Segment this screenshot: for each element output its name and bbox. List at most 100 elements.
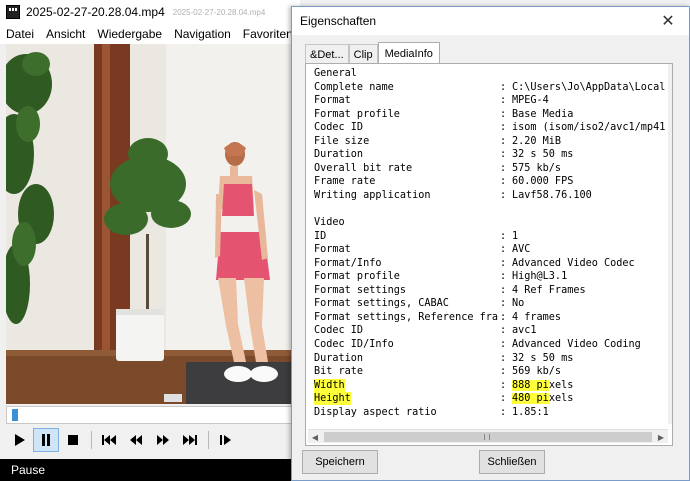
- info-colon: :: [500, 176, 507, 188]
- play-button[interactable]: [6, 428, 32, 452]
- info-row: Codec ID/Info: Advanced Video Coding: [308, 338, 668, 351]
- save-button[interactable]: Speichern: [302, 450, 378, 474]
- skip-back-button[interactable]: [96, 428, 122, 452]
- info-colon: :: [500, 81, 507, 93]
- info-key: ID: [314, 230, 327, 242]
- pause-icon: [42, 434, 50, 446]
- tab-clip[interactable]: Clip: [348, 44, 378, 64]
- frame-step-icon: [220, 435, 231, 445]
- info-key: Video: [314, 217, 345, 229]
- close-dialog-button[interactable]: Schließen: [479, 450, 545, 474]
- info-colon: :: [500, 311, 507, 323]
- info-row: Format: MPEG-4: [308, 94, 668, 107]
- info-row: Format: AVC: [308, 243, 668, 256]
- info-value: MPEG-4: [512, 95, 549, 107]
- skip-back-icon: [102, 435, 116, 445]
- tab-strip: &Det... Clip MediaInfo: [305, 42, 440, 64]
- info-key: Format settings, Reference fra: [314, 311, 499, 323]
- info-row: Video: [308, 216, 668, 229]
- scroll-thumb[interactable]: [324, 432, 652, 442]
- info-key: Format/Info: [314, 257, 382, 269]
- menu-item-favoriten[interactable]: Favoriten: [237, 27, 299, 41]
- scroll-left-icon[interactable]: ◀: [308, 430, 322, 444]
- info-key: Format profile: [314, 271, 400, 283]
- video-frame[interactable]: [6, 44, 293, 404]
- info-colon: :: [500, 271, 507, 283]
- menu-item-ansicht[interactable]: Ansicht: [40, 27, 91, 41]
- info-value: 2.20 MiB: [512, 135, 562, 147]
- menu-item-datei[interactable]: Datei: [0, 27, 40, 41]
- info-colon: :: [500, 244, 507, 256]
- info-value: 4 Ref Frames: [512, 284, 586, 296]
- info-colon: :: [500, 122, 507, 134]
- info-row: Format profile: High@L3.1: [308, 270, 668, 283]
- mediainfo-list[interactable]: General Complete name: C:\Users\Jo\AppData…: [308, 67, 668, 427]
- tab-mediainfo[interactable]: MediaInfo: [377, 42, 440, 64]
- close-button[interactable]: ✕: [657, 11, 679, 31]
- rewind-button[interactable]: [123, 428, 149, 452]
- info-key: Complete name: [314, 81, 394, 93]
- fast-forward-button[interactable]: [150, 428, 176, 452]
- info-value: 575 kb/s: [512, 162, 562, 174]
- info-value: C:\Users\Jo\AppData\Local: [512, 81, 666, 93]
- info-row: Codec ID: isom (isom/iso2/avc1/mp41: [308, 121, 668, 134]
- info-colon: :: [500, 257, 507, 269]
- info-colon: :: [500, 284, 507, 296]
- stop-button[interactable]: [60, 428, 86, 452]
- player-title-ghost: 2025-02-27-20.28.04.mp4: [172, 7, 266, 17]
- tab-det[interactable]: &Det...: [305, 44, 349, 64]
- info-value: avc1: [512, 325, 537, 337]
- scroll-right-icon[interactable]: ▶: [654, 430, 668, 444]
- info-value: isom (isom/iso2/avc1/mp41: [512, 122, 666, 134]
- info-row: Overall bit rate:575 kb/s: [308, 162, 668, 175]
- info-row: Bit rate:569 kb/s: [308, 365, 668, 378]
- menu-item-navigation[interactable]: Navigation: [168, 27, 237, 41]
- info-colon: :: [500, 406, 507, 418]
- info-colon: :: [500, 149, 507, 161]
- info-key: Codec ID/Info: [314, 339, 394, 350]
- info-row: Writing application: Lavf58.76.100: [308, 189, 668, 202]
- play-icon: [15, 434, 25, 446]
- info-row: Codec ID: avc1: [308, 324, 668, 337]
- info-key: Format settings, CABAC: [314, 298, 449, 310]
- info-key: Format settings: [314, 284, 407, 296]
- info-colon: :: [500, 135, 507, 147]
- info-value: 4 frames: [512, 311, 562, 323]
- info-row: General: [308, 67, 668, 80]
- dialog-title: Eigenschaften: [300, 14, 377, 28]
- info-colon: :: [500, 366, 507, 378]
- pause-button[interactable]: [33, 428, 59, 452]
- skip-forward-button[interactable]: [177, 428, 203, 452]
- info-key: Duration: [314, 352, 364, 364]
- info-row: Duration:32 s 50 ms: [308, 352, 668, 365]
- info-value: Lavf58.76.100: [512, 189, 592, 201]
- seek-thumb[interactable]: [11, 409, 18, 421]
- playback-controls: [0, 426, 300, 454]
- menu-item-wiedergabe[interactable]: Wiedergabe: [91, 27, 168, 41]
- info-key: General: [314, 68, 357, 79]
- info-key: Codec ID: [314, 325, 364, 337]
- info-row: Format settings, Reference fra:4 frames: [308, 311, 668, 324]
- info-colon: :: [500, 352, 507, 364]
- info-row: Format settings:4 Ref Frames: [308, 284, 668, 297]
- info-key: Display aspect ratio: [314, 406, 437, 418]
- horizontal-scrollbar[interactable]: ◀ ▶: [308, 429, 668, 443]
- grip-icon: [484, 434, 490, 440]
- info-colon: :: [500, 379, 507, 391]
- info-colon: :: [500, 393, 507, 405]
- info-row: Frame rate:60.000 FPS: [308, 175, 668, 188]
- player-title: 2025-02-27-20.28.04.mp4: [26, 5, 165, 19]
- info-key: Width: [314, 378, 345, 392]
- frame-step-button[interactable]: [213, 428, 239, 452]
- info-colon: :: [500, 162, 507, 174]
- screen: 2025-02-27-20.28.04.mp4 2025-02-27-20.28…: [0, 0, 690, 481]
- info-value: No: [512, 298, 525, 310]
- properties-dialog: Eigenschaften ✕ &Det... Clip MediaInfo Gen…: [291, 6, 690, 481]
- seek-bar[interactable]: [6, 406, 293, 424]
- vertical-scrollbar[interactable]: [668, 64, 672, 424]
- info-value: 32 s 50 ms: [512, 352, 574, 364]
- info-value: AVC: [512, 244, 531, 256]
- info-value: 1: [512, 230, 519, 242]
- info-value: Advanced Video Coding: [512, 339, 641, 350]
- info-key: Format profile: [314, 108, 400, 120]
